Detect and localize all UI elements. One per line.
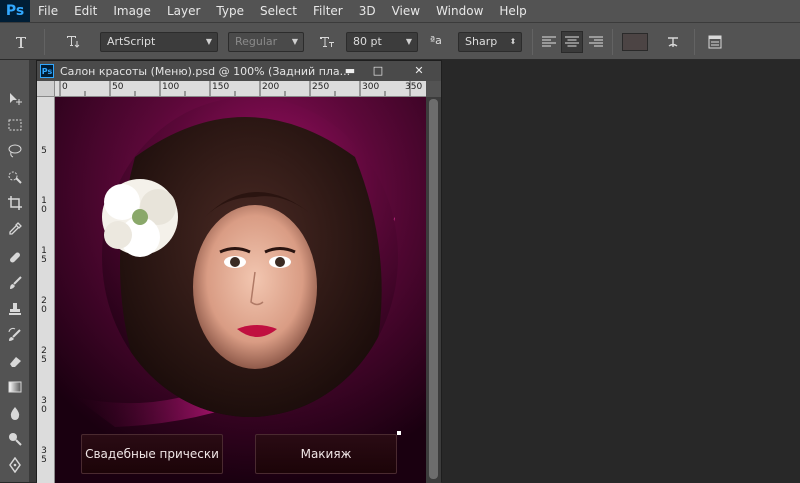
font-size-icon — [316, 31, 338, 53]
font-size-select[interactable]: 80 pt ▼ — [346, 32, 418, 52]
document-title: Салон красоты (Меню).psd @ 100% (Задний … — [60, 64, 351, 78]
restore-button[interactable]: □ — [363, 61, 393, 79]
font-style-select[interactable]: Regular ▼ — [228, 32, 304, 52]
font-size-value: 80 pt — [353, 35, 382, 48]
ruler-label: 3 0 — [41, 396, 47, 415]
ruler-label: 2 0 — [41, 296, 47, 315]
menu-help[interactable]: Help — [491, 0, 534, 22]
beauty-salon-artwork — [55, 97, 426, 483]
history-brush-tool-icon[interactable] — [2, 324, 28, 346]
pen-tool-icon[interactable] — [2, 454, 28, 476]
photoshop-logo-icon: Ps — [0, 0, 30, 22]
stepper-arrows-icon: ⬍ — [509, 37, 517, 46]
font-family-value: ArtScript — [107, 35, 156, 48]
healing-brush-tool-icon[interactable] — [2, 246, 28, 268]
font-style-value: Regular — [235, 35, 278, 48]
crop-tool-icon[interactable] — [2, 192, 28, 214]
ruler-label: 0 — [62, 82, 68, 92]
marquee-tool-icon[interactable] — [2, 114, 28, 136]
toggle-text-orientation-icon[interactable] — [62, 31, 84, 53]
ruler-origin[interactable] — [37, 81, 55, 97]
menu-filter[interactable]: Filter — [305, 0, 351, 22]
menu-button-makeup[interactable]: Макияж — [255, 434, 397, 474]
align-center-icon[interactable] — [561, 31, 583, 53]
menu-view[interactable]: View — [384, 0, 428, 22]
menu-bar: Ps File Edit Image Layer Type Select Fil… — [0, 0, 800, 22]
eyedropper-tool-icon[interactable] — [2, 218, 28, 240]
menu-select[interactable]: Select — [252, 0, 305, 22]
text-color-swatch[interactable] — [622, 33, 648, 51]
anti-alias-value: Sharp — [465, 35, 498, 48]
eraser-tool-icon[interactable] — [2, 350, 28, 372]
ruler-label: 1 0 — [41, 196, 47, 215]
ruler-label: 50 — [112, 82, 124, 92]
blur-tool-icon[interactable] — [2, 402, 28, 424]
tools-panel — [0, 60, 30, 482]
ruler-label: 3 5 — [41, 446, 47, 465]
align-left-icon[interactable] — [538, 31, 560, 53]
menu-layer[interactable]: Layer — [159, 0, 208, 22]
selection-handle[interactable] — [397, 431, 401, 435]
document-title-bar[interactable]: Ps Салон красоты (Меню).psd @ 100% (Задн… — [37, 61, 441, 81]
ruler-label: 1 5 — [41, 246, 47, 265]
menu-file[interactable]: File — [30, 0, 66, 22]
ruler-label: 100 — [162, 82, 180, 92]
minimize-button[interactable]: ▬ — [335, 61, 365, 79]
quick-selection-tool-icon[interactable] — [2, 166, 28, 188]
ruler-label: 250 — [312, 82, 330, 92]
move-tool-icon[interactable] — [2, 88, 28, 110]
menu-button-wedding-hairstyles[interactable]: Свадебные прически — [81, 434, 223, 474]
vertical-ruler[interactable]: 5 1 0 1 5 2 0 2 5 3 0 3 5 — [37, 97, 55, 483]
warp-text-icon[interactable] — [662, 31, 684, 53]
vertical-scrollbar[interactable] — [426, 97, 441, 483]
dodge-tool-icon[interactable] — [2, 428, 28, 450]
close-button[interactable]: ✕ — [399, 61, 439, 79]
gradient-tool-icon[interactable] — [2, 376, 28, 398]
menu-type[interactable]: Type — [208, 0, 252, 22]
document-canvas[interactable]: Свадебные прически Макияж — [55, 97, 426, 483]
menu-image[interactable]: Image — [105, 0, 159, 22]
ruler-label: 150 — [212, 82, 230, 92]
ruler-label: 350 — [405, 82, 423, 92]
menu-3d[interactable]: 3D — [351, 0, 384, 22]
anti-alias-label: ªa — [430, 34, 442, 47]
ruler-label: 200 — [262, 82, 280, 92]
lasso-tool-icon[interactable] — [2, 140, 28, 162]
ruler-label: 2 5 — [41, 346, 47, 365]
menu-window[interactable]: Window — [428, 0, 491, 22]
chevron-down-icon: ▼ — [291, 37, 299, 46]
chevron-down-icon: ▼ — [405, 37, 413, 46]
anti-alias-select[interactable]: Sharp ⬍ — [458, 32, 522, 52]
clone-stamp-tool-icon[interactable] — [2, 298, 28, 320]
font-family-select[interactable]: ArtScript ▼ — [100, 32, 218, 52]
character-panel-icon[interactable] — [704, 31, 726, 53]
ps-document-icon: Ps — [40, 64, 54, 78]
type-tool-icon[interactable] — [10, 31, 32, 53]
menu-edit[interactable]: Edit — [66, 0, 105, 22]
align-right-icon[interactable] — [585, 31, 607, 53]
chevron-down-icon: ▼ — [205, 37, 213, 46]
scrollbar-thumb[interactable] — [429, 99, 438, 479]
document-window: Ps Салон красоты (Меню).psd @ 100% (Задн… — [36, 60, 442, 483]
brush-tool-icon[interactable] — [2, 272, 28, 294]
horizontal-ruler[interactable]: 0 50 100 150 200 250 300 350 — [55, 81, 426, 97]
ruler-label: 5 — [41, 146, 47, 156]
ruler-label: 300 — [362, 82, 380, 92]
options-bar: ArtScript ▼ Regular ▼ 80 pt ▼ ªa Sharp ⬍ — [0, 22, 800, 60]
